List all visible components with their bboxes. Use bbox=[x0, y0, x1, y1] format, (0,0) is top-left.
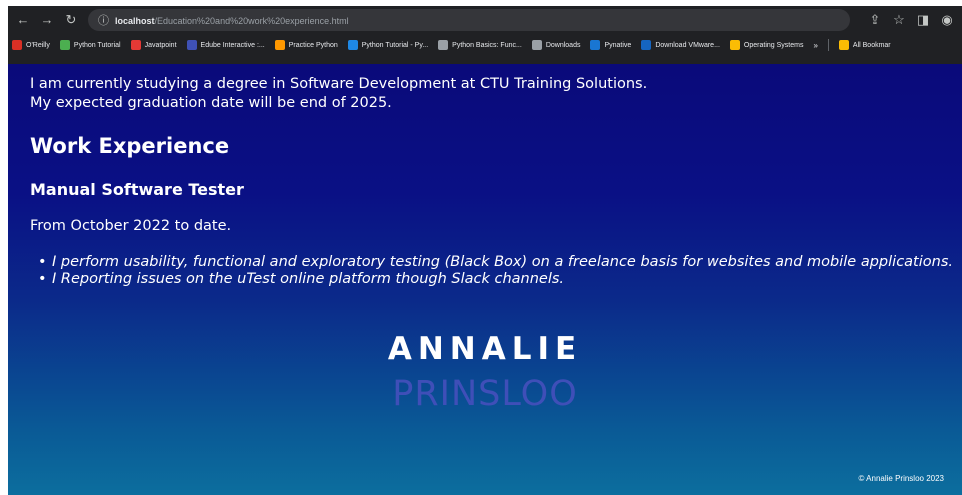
bookmark-label: Python Basics: Func... bbox=[452, 41, 522, 49]
side-panel-icon[interactable]: ◨ bbox=[916, 13, 930, 27]
bookmark-label: O'Reilly bbox=[26, 41, 50, 49]
bookmark-icon bbox=[438, 40, 449, 50]
bookmark-label: Javatpoint bbox=[144, 41, 177, 49]
star-icon[interactable]: ☆ bbox=[892, 13, 906, 27]
bookmark-item[interactable]: Python Tutorial bbox=[59, 40, 121, 50]
bookmark-item[interactable]: Edube Interactive :... bbox=[186, 40, 265, 50]
bookmark-item[interactable]: Practice Python bbox=[274, 40, 338, 50]
all-bookmarks-button[interactable]: All Bookmar bbox=[838, 40, 891, 50]
job-period: From October 2022 to date. bbox=[30, 218, 232, 234]
back-icon[interactable]: ← bbox=[16, 13, 30, 27]
bookmark-item[interactable]: Pynative bbox=[590, 40, 631, 50]
bookmark-label: Python Tutorial - Py... bbox=[361, 41, 429, 49]
bookmark-item[interactable]: Download VMware... bbox=[641, 40, 720, 50]
browser-chrome: ← → ↻ ⓘ localhost/Education%20and%20work… bbox=[8, 6, 962, 64]
address-bar[interactable]: ⓘ localhost/Education%20and%20work%20exp… bbox=[88, 9, 850, 31]
name-last: PRINSLOO bbox=[392, 374, 578, 414]
bookmark-label: Operating Systems bbox=[743, 41, 804, 49]
bookmark-icon bbox=[531, 40, 542, 50]
bookmark-item[interactable]: Python Tutorial - Py... bbox=[347, 40, 429, 50]
folder-icon bbox=[838, 40, 849, 50]
bookmark-icon bbox=[274, 40, 285, 50]
all-bookmarks-label: All Bookmar bbox=[852, 41, 891, 49]
bookmark-icon bbox=[641, 40, 652, 50]
reload-icon[interactable]: ↻ bbox=[64, 13, 78, 27]
toolbar: ← → ↻ ⓘ localhost/Education%20and%20work… bbox=[8, 6, 962, 34]
bookmarks-divider bbox=[827, 39, 829, 51]
forward-icon[interactable]: → bbox=[40, 13, 54, 27]
intro-line-1: I am currently studying a degree in Soft… bbox=[30, 76, 648, 92]
list-item: I perform usability, functional and expl… bbox=[38, 254, 953, 271]
duties-list: I perform usability, functional and expl… bbox=[38, 254, 953, 288]
bookmark-label: Practice Python bbox=[288, 41, 338, 49]
url-path: /Education%20and%20work%20experience.htm… bbox=[154, 16, 349, 26]
list-item: I Reporting issues on the uTest online p… bbox=[38, 271, 953, 288]
more-bookmarks-button[interactable]: » bbox=[813, 41, 817, 50]
bookmark-icon bbox=[186, 40, 197, 50]
url-host: localhost bbox=[115, 16, 155, 26]
bookmark-icon bbox=[12, 40, 22, 50]
bookmark-item[interactable]: Python Basics: Func... bbox=[438, 40, 522, 50]
bookmark-item[interactable]: Javatpoint bbox=[130, 40, 177, 50]
bookmark-label: Download VMware... bbox=[655, 41, 720, 49]
footer-copyright: © Annalie Prinsloo 2023 bbox=[858, 474, 944, 483]
bookmark-item[interactable]: Operating Systems bbox=[729, 40, 804, 50]
bookmark-icon bbox=[130, 40, 141, 50]
bookmark-label: Edube Interactive :... bbox=[200, 41, 265, 49]
bookmark-label: Python Tutorial bbox=[73, 41, 121, 49]
work-experience-heading: Work Experience bbox=[30, 134, 230, 158]
bookmark-icon bbox=[729, 40, 740, 50]
share-icon[interactable]: ⇪ bbox=[868, 13, 882, 27]
bookmark-label: Downloads bbox=[545, 41, 581, 49]
bookmark-label: Pynative bbox=[604, 41, 632, 49]
bookmark-icon bbox=[590, 40, 601, 50]
info-icon[interactable]: ⓘ bbox=[98, 12, 109, 28]
name-first: ANNALIE bbox=[387, 331, 583, 367]
bookmark-item[interactable]: O'Reilly bbox=[12, 40, 50, 50]
bookmarks-bar: O'Reilly Python Tutorial Javatpoint Edube I… bbox=[8, 34, 962, 56]
job-title: Manual Software Tester bbox=[30, 180, 244, 199]
page-content: I am currently studying a degree in Soft… bbox=[8, 64, 962, 495]
bookmark-icon bbox=[59, 40, 70, 50]
bookmark-item[interactable]: Downloads bbox=[531, 40, 581, 50]
intro-text: I am currently studying a degree in Soft… bbox=[30, 75, 647, 113]
bookmark-icon bbox=[347, 40, 358, 50]
intro-line-2: My expected graduation date will be end … bbox=[30, 95, 392, 111]
profile-icon[interactable]: ◉ bbox=[940, 13, 954, 27]
